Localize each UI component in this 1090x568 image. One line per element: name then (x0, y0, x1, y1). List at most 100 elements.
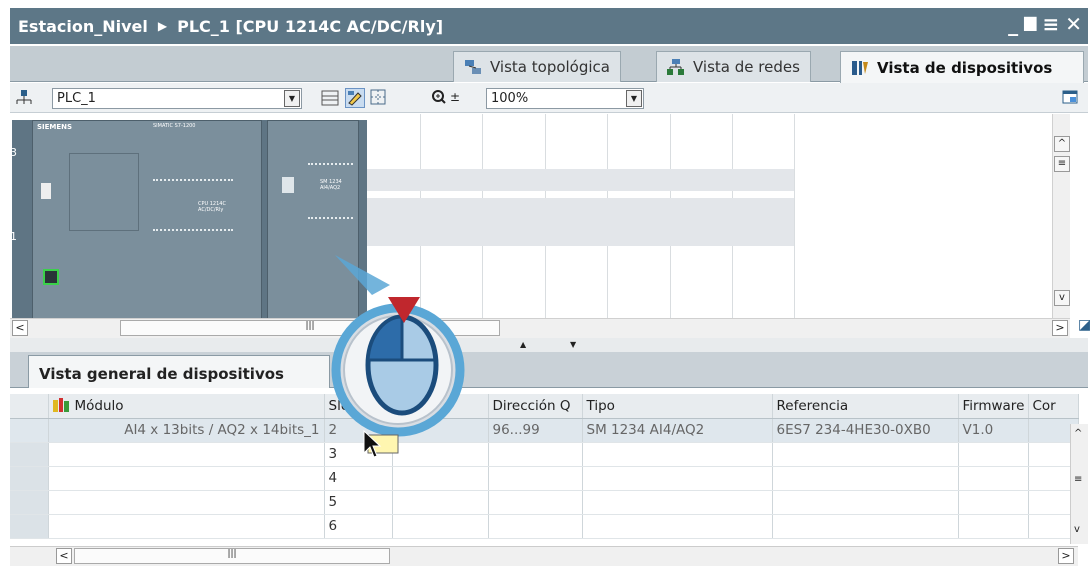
canvas-vertical-scrollbar[interactable]: ^ ≡ v (1052, 114, 1070, 318)
cell-module[interactable] (48, 490, 325, 515)
scroll-thumb-icon[interactable]: ≡ (1074, 474, 1082, 485)
header-module[interactable]: Módulo (48, 394, 325, 419)
table-row[interactable]: 4 (10, 466, 1079, 491)
rack-gridline (794, 114, 795, 318)
topology-icon (464, 59, 482, 75)
cell-reference[interactable] (772, 514, 959, 539)
chevron-down-icon[interactable]: ▼ (626, 90, 642, 107)
scroll-right-icon[interactable]: > (1052, 320, 1068, 336)
breadcrumb-project[interactable]: Estacion_Nivel (18, 17, 148, 36)
close-icon[interactable]: ✕ (1065, 12, 1082, 36)
cell-reference[interactable] (772, 490, 959, 515)
table-row[interactable]: 6 (10, 514, 1079, 539)
cell-slot[interactable]: 4 (324, 466, 393, 491)
zoom-icon[interactable]: ± (430, 88, 464, 108)
cell-reference[interactable]: 6ES7 234-4HE30-0XB0 (772, 418, 959, 443)
restore-icon[interactable]: ▆ (1024, 12, 1036, 36)
device-select-value: PLC_1 (57, 91, 96, 106)
cell-module[interactable] (48, 442, 325, 467)
scroll-down-icon[interactable]: v (1054, 290, 1070, 306)
breadcrumb-device[interactable]: PLC_1 [CPU 1214C AC/DC/Rly] (177, 17, 443, 36)
cell-firmware[interactable]: V1.0 (958, 418, 1029, 443)
tab-device-overview-label: Vista general de dispositivos (39, 365, 284, 383)
network-device-icon[interactable] (14, 88, 34, 108)
cell-dir-q[interactable]: 96...99 (488, 418, 583, 443)
tab-device-overview[interactable]: Vista general de dispositivos (28, 355, 330, 389)
module-view-icon[interactable] (320, 88, 340, 108)
cpu-module[interactable]: SIEMENS SIMATIC S7-1200 CPU 1214C AC/DC/… (32, 120, 262, 318)
collapse-up-icon[interactable]: ▲ (520, 340, 526, 349)
table-vertical-scrollbar[interactable]: ^ ≡ v (1070, 424, 1088, 544)
plc-station[interactable]: 3 1 SIEMENS SIMATIC S7-1200 CPU 1214C AC… (10, 120, 367, 318)
cell-dir-i[interactable] (392, 490, 489, 515)
header-dir-q[interactable]: Dirección Q (488, 394, 583, 419)
cell-dir-i[interactable] (392, 466, 489, 491)
cell-type[interactable] (582, 514, 773, 539)
cell-dir-q[interactable] (488, 442, 583, 467)
cell-dir-q[interactable] (488, 514, 583, 539)
cell-module[interactable] (48, 514, 325, 539)
module-slot-icon (282, 177, 294, 193)
minimize-icon[interactable]: _ (1008, 12, 1018, 36)
table-row[interactable]: 5 (10, 490, 1079, 515)
cell-slot[interactable]: 6 (324, 514, 393, 539)
device-canvas[interactable]: 3 1 SIEMENS SIMATIC S7-1200 CPU 1214C AC… (10, 114, 1070, 318)
mouse-drag-callout (320, 255, 470, 458)
sm-model-sub: AI4/AQ2 (320, 185, 341, 191)
cell-module[interactable] (48, 466, 325, 491)
tab-device-view[interactable]: Vista de dispositivos (840, 51, 1084, 83)
cpu-series: SIMATIC S7-1200 (153, 123, 196, 129)
edit-labels-icon[interactable] (345, 88, 365, 108)
table-row[interactable]: 3 (10, 442, 1079, 467)
chevron-down-icon[interactable]: ▼ (284, 90, 300, 107)
header-firmware[interactable]: Firmware (958, 394, 1029, 419)
cell-firmware[interactable] (958, 514, 1029, 539)
scroll-up-icon[interactable]: ^ (1054, 136, 1070, 152)
table-header-row: Módulo Slo Dirección Q Tipo Referencia F… (10, 394, 1079, 419)
panel-toggle-icon[interactable] (1060, 88, 1080, 108)
cell-firmware[interactable] (958, 442, 1029, 467)
cell-firmware[interactable] (958, 490, 1029, 515)
table-horizontal-scrollbar[interactable]: < ||| > (10, 546, 1078, 566)
zoom-select[interactable]: 100% ▼ (486, 88, 644, 109)
grid-icon[interactable] (368, 88, 388, 108)
scroll-left-icon[interactable]: < (56, 548, 72, 564)
device-select[interactable]: PLC_1 ▼ (52, 88, 302, 109)
canvas-horizontal-scrollbar[interactable]: < ||| > ◪ (10, 317, 1090, 338)
cell-dir-q[interactable] (488, 466, 583, 491)
table-row[interactable]: AI4 x 13bits / AQ2 x 14bits_1 2 96...99 … (10, 418, 1079, 443)
cell-dir-i[interactable] (392, 514, 489, 539)
cell-type[interactable] (582, 490, 773, 515)
cell-firmware[interactable] (958, 466, 1029, 491)
scroll-left-icon[interactable]: < (12, 320, 28, 336)
device-overview-table: Módulo Slo Dirección Q Tipo Referencia F… (10, 394, 1079, 539)
scroll-right-icon[interactable]: > (1058, 548, 1074, 564)
cpu-front-panel (69, 153, 139, 231)
dock-icon[interactable]: ◪ (1078, 317, 1090, 335)
scroll-thumb[interactable]: ||| (74, 548, 390, 564)
header-reference[interactable]: Referencia (772, 394, 959, 419)
tab-device-label: Vista de dispositivos (877, 58, 1053, 77)
device-overview-panel: Módulo Slo Dirección Q Tipo Referencia F… (10, 388, 1088, 568)
collapse-down-icon[interactable]: ▼ (570, 340, 576, 349)
cell-type[interactable] (582, 442, 773, 467)
cell-reference[interactable] (772, 442, 959, 467)
tab-topology-view[interactable]: Vista topológica (453, 51, 621, 82)
cell-type[interactable]: SM 1234 AI4/AQ2 (582, 418, 773, 443)
cell-module[interactable]: AI4 x 13bits / AQ2 x 14bits_1 (48, 418, 325, 443)
scroll-down-icon[interactable]: v (1074, 524, 1080, 535)
cell-type[interactable] (582, 466, 773, 491)
cell-slot[interactable]: 5 (324, 490, 393, 515)
tab-network-view[interactable]: Vista de redes (656, 51, 811, 82)
status-led-icon (41, 183, 51, 199)
panel-splitter[interactable]: ▲ ▼ (10, 338, 1088, 352)
header-comment[interactable]: Cor (1028, 394, 1079, 419)
scroll-up-icon[interactable]: ^ (1074, 428, 1082, 439)
cell-reference[interactable] (772, 466, 959, 491)
rack-row-label: 1 (10, 230, 17, 243)
header-type[interactable]: Tipo (582, 394, 773, 419)
float-icon[interactable]: ≡ (1042, 12, 1059, 36)
cell-dir-q[interactable] (488, 490, 583, 515)
ethernet-port-icon[interactable] (43, 269, 59, 285)
scroll-thumb-icon[interactable]: ≡ (1054, 156, 1070, 172)
